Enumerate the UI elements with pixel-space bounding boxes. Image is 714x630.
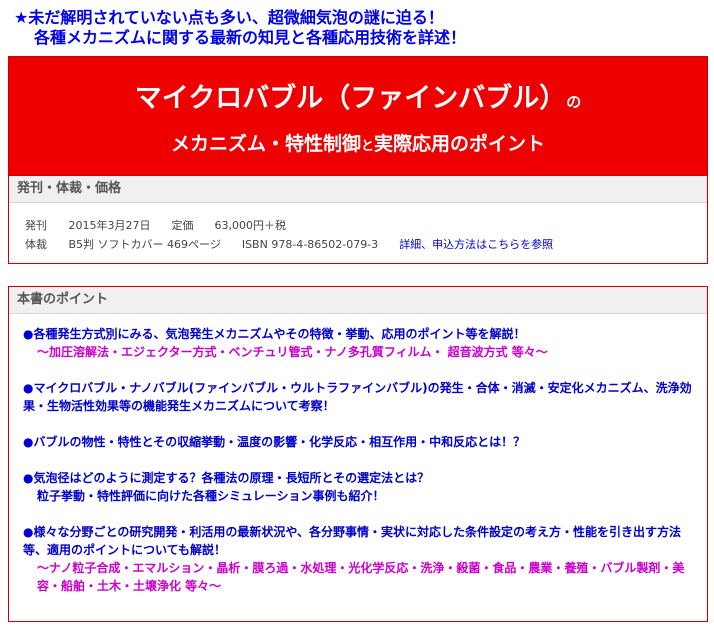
book-title-main: マイクロバブル（ファインバブル）	[134, 83, 567, 114]
points-panel-heading: 本書のポイント	[9, 287, 707, 314]
book-subtitle-part-b: と	[360, 139, 374, 154]
book-title: マイクロバブル（ファインバブル）の	[9, 83, 707, 118]
publication-date: 2015年3月27日	[68, 219, 151, 232]
book-subtitle-part-c: 実際応用のポイント	[374, 133, 546, 155]
headline-line-2: 各種メカニズムに関する最新の知見と各種応用技術を詳述！	[34, 28, 467, 47]
format-label: 体裁	[25, 238, 47, 251]
info-panel: 発刊・体裁・価格 発刊 2015年3月27日 定価 63,000円＋税 体裁 B…	[8, 176, 708, 264]
book-subtitle-part-a: メカニズム・特性制御	[170, 133, 361, 155]
point-sub-text: 粒子挙動・特性評価に向けた各種シミュレーション事例も紹介！	[37, 489, 385, 503]
point-item: ●マイクロバブル・ナノバブル(ファインバブル・ウルトラファインバブル)の発生・合…	[23, 379, 703, 415]
points-panel: 本書のポイント ●各種発生方式別にみる、気泡発生メカニズムやその特徴・挙動、応用…	[8, 286, 708, 622]
points-list: ●各種発生方式別にみる、気泡発生メカニズムやその特徴・挙動、応用のポイント等を解…	[23, 325, 703, 613]
point-item: ●各種発生方式別にみる、気泡発生メカニズムやその特徴・挙動、応用のポイント等を解…	[23, 325, 703, 361]
info-rows: 発刊 2015年3月27日 定価 63,000円＋税 体裁 B5判 ソフトカバー…	[25, 216, 553, 254]
isbn-value: ISBN 978-4-86502-079-3	[241, 238, 379, 251]
point-main-text: ●各種発生方式別にみる、気泡発生メカニズムやその特徴・挙動、応用のポイント等を解…	[23, 327, 526, 341]
book-subtitle: メカニズム・特性制御と実際応用のポイント	[9, 131, 707, 160]
point-item: ●気泡径はどのように測定する？各種法の原理・長短所とその選定法とは？ 粒子挙動・…	[23, 469, 703, 505]
point-main-text: ●バブルの物性・特性とその収縮挙動・温度の影響・化学反応・相互作用・中和反応とは…	[23, 435, 526, 449]
point-sub-text: ～ナノ粒子合成・エマルション・晶析・膜ろ過・水処理・光化学反応・洗浄・殺菌・食品…	[37, 561, 685, 593]
info-row-format: 体裁 B5判 ソフトカバー 469ページ ISBN 978-4-86502-07…	[25, 235, 553, 254]
info-panel-heading: 発刊・体裁・価格	[9, 176, 707, 203]
format-value: B5判 ソフトカバー 469ページ	[68, 238, 221, 251]
point-item: ●様々な分野ごとの研究開発・利活用の最新状況や、各分野事情・実状に対応した条件設…	[23, 523, 703, 595]
price-label: 定価	[171, 219, 194, 232]
point-item: ●バブルの物性・特性とその収縮挙動・温度の影響・化学反応・相互作用・中和反応とは…	[23, 433, 703, 451]
point-main-text: ●気泡径はどのように測定する？各種法の原理・長短所とその選定法とは？	[23, 471, 430, 485]
info-row-publication: 発刊 2015年3月27日 定価 63,000円＋税	[25, 216, 553, 235]
headline-line-1: ★未だ解明されていない点も多い、超微細気泡の謎に迫る！	[14, 8, 444, 27]
headline: ★未だ解明されていない点も多い、超微細気泡の謎に迫る！ 各種メカニズムに関する最…	[14, 8, 714, 48]
book-title-suffix: の	[566, 93, 582, 111]
publication-label: 発刊	[25, 219, 47, 232]
title-banner: マイクロバブル（ファインバブル）の メカニズム・特性制御と実際応用のポイント	[8, 56, 708, 176]
details-link[interactable]: 詳細、申込方法はこちらを参照	[399, 235, 553, 254]
price-value: 63,000円＋税	[214, 219, 287, 232]
point-main-text: ●様々な分野ごとの研究開発・利活用の最新状況や、各分野事情・実状に対応した条件設…	[23, 525, 681, 557]
point-sub-text: ～加圧溶解法・エジェクター方式・ベンチュリ管式・ナノ多孔質フィルム・ 超音波方式…	[37, 345, 548, 359]
point-main-text: ●マイクロバブル・ナノバブル(ファインバブル・ウルトラファインバブル)の発生・合…	[23, 381, 692, 413]
